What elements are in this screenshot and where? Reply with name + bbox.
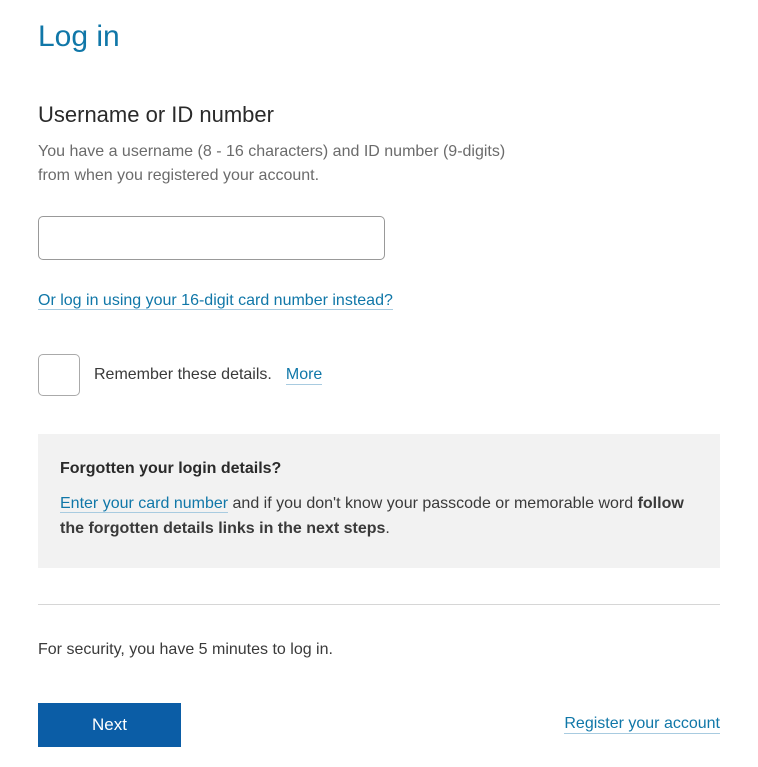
remember-label: Remember these details. [94,366,272,384]
username-input[interactable] [38,216,385,260]
username-help: You have a username (8 - 16 characters) … [38,140,720,188]
forgotten-period: . [385,520,389,537]
forgotten-body: Enter your card number and if you don't … [60,492,698,542]
username-help-line1: You have a username (8 - 16 characters) … [38,143,505,160]
username-label: Username or ID number [38,102,720,128]
remember-more-link[interactable]: More [286,366,322,385]
security-note: For security, you have 5 minutes to log … [38,641,720,659]
remember-row: Remember these details. More [38,354,720,396]
forgotten-info-box: Forgotten your login details? Enter your… [38,434,720,568]
forgotten-text-after: and if you don't know your passcode or m… [228,495,638,512]
register-link[interactable]: Register your account [564,715,720,734]
alt-login-row: Or log in using your 16-digit card numbe… [38,292,720,310]
enter-card-number-link[interactable]: Enter your card number [60,495,228,513]
action-row: Next Register your account [38,703,720,747]
alt-login-link[interactable]: Or log in using your 16-digit card numbe… [38,292,393,310]
next-button[interactable]: Next [38,703,181,747]
section-divider [38,604,720,605]
forgotten-title: Forgotten your login details? [60,460,698,478]
username-section: Username or ID number You have a usernam… [38,102,720,292]
username-help-line2: from when you registered your account. [38,167,319,184]
remember-checkbox[interactable] [38,354,80,396]
page-title: Log in [38,20,720,54]
